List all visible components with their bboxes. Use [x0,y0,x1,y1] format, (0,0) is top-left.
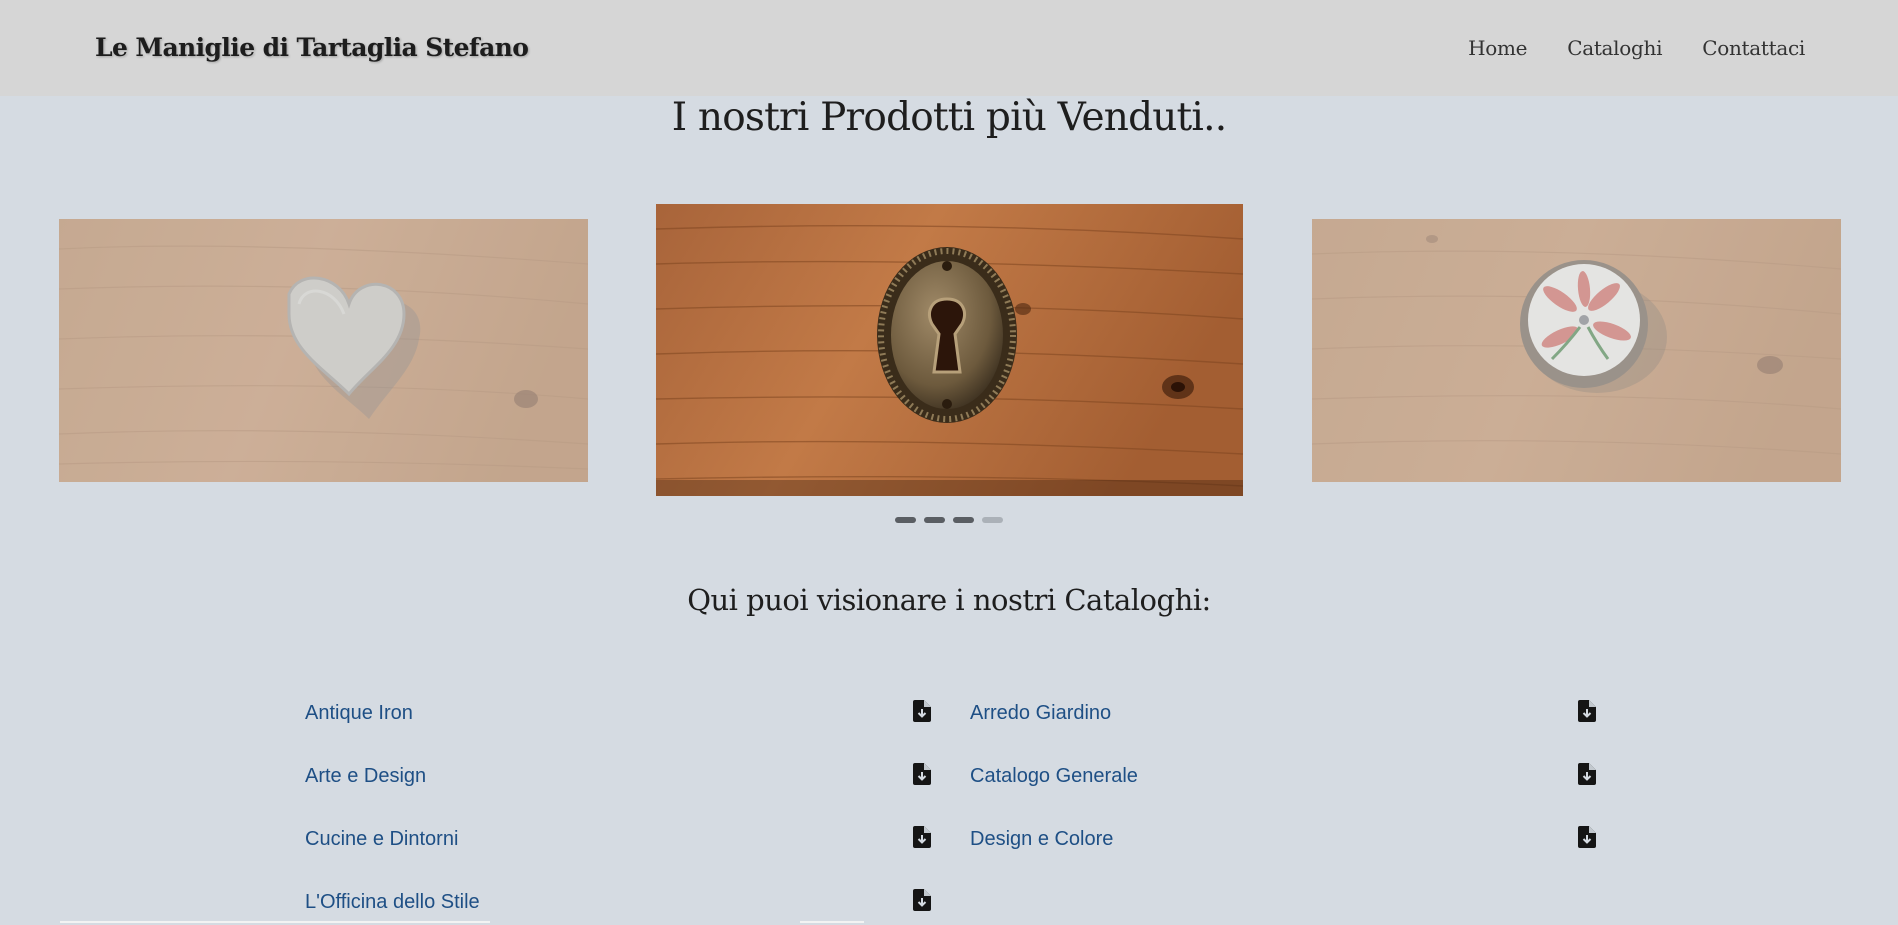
file-download-icon[interactable] [1578,763,1596,785]
catalog-item-design-e-colore: Design e Colore [970,824,1598,854]
carousel-indicator-1[interactable] [895,517,916,523]
carousel-slide-keyhole[interactable] [656,204,1243,496]
bestsellers-title: I nostri Prodotti più Venduti.. [671,95,1227,140]
divider [60,921,490,923]
navbar: Le Maniglie di Tartaglia Stefano Home Ca… [0,0,1898,96]
catalog-link[interactable]: Antique Iron [305,702,413,725]
catalog-link[interactable]: L'Officina dello Stile [305,891,480,914]
carousel-slide-ceramic-knob[interactable] [1312,219,1841,482]
catalogs-title: Qui puoi visionare i nostri Cataloghi: [687,583,1211,617]
file-download-icon[interactable] [913,826,931,848]
catalog-item-officina-dello-stile: L'Officina dello Stile [305,887,933,917]
catalog-item-antique-iron: Antique Iron [305,698,933,728]
carousel-indicator-2[interactable] [924,517,945,523]
nav-link-contattaci[interactable]: Contattaci [1702,36,1805,60]
catalog-item-arte-e-design: Arte e Design [305,761,933,791]
nav-links: Home Cataloghi Contattaci [1468,36,1805,60]
carousel-slide-heart-knob[interactable] [59,219,588,482]
file-download-icon[interactable] [1578,826,1596,848]
catalog-link[interactable]: Cucine e Dintorni [305,828,458,851]
file-download-icon[interactable] [1578,700,1596,722]
brand-logo-text[interactable]: Le Maniglie di Tartaglia Stefano [95,33,529,62]
catalog-link[interactable]: Design e Colore [970,828,1113,851]
nav-link-home[interactable]: Home [1468,36,1527,60]
carousel-indicators [895,517,1003,523]
nav-link-cataloghi[interactable]: Cataloghi [1567,36,1662,60]
catalog-item-catalogo-generale: Catalogo Generale [970,761,1598,791]
catalog-item-arredo-giardino: Arredo Giardino [970,698,1598,728]
divider [800,921,864,923]
file-download-icon[interactable] [913,889,931,911]
catalog-link[interactable]: Catalogo Generale [970,765,1138,788]
catalog-link[interactable]: Arredo Giardino [970,702,1111,725]
file-download-icon[interactable] [913,700,931,722]
catalog-link[interactable]: Arte e Design [305,765,426,788]
file-download-icon[interactable] [913,763,931,785]
carousel-indicator-3[interactable] [953,517,974,523]
catalog-item-cucine-e-dintorni: Cucine e Dintorni [305,824,933,854]
carousel-indicator-4[interactable] [982,517,1003,523]
